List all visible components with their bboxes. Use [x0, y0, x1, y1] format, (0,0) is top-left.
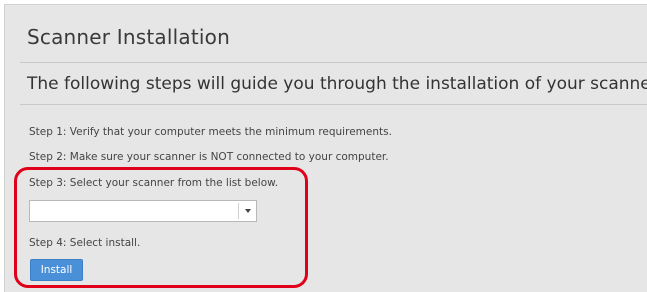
installation-panel: Scanner Installation The following steps…	[4, 4, 647, 292]
page-title: Scanner Installation	[27, 25, 230, 49]
subtitle-divider	[20, 104, 647, 105]
step-4-text: Step 4: Select install.	[29, 237, 141, 249]
step-1-text: Step 1: Verify that your computer meets …	[29, 126, 392, 138]
title-divider	[20, 62, 647, 63]
step-3-text: Step 3: Select your scanner from the lis…	[29, 177, 279, 189]
select-separator	[238, 203, 239, 219]
page-subtitle: The following steps will guide you throu…	[27, 74, 647, 94]
step-2-text: Step 2: Make sure your scanner is NOT co…	[29, 151, 389, 163]
chevron-down-icon[interactable]	[245, 209, 251, 213]
scanner-select[interactable]	[29, 200, 257, 222]
install-button[interactable]: Install	[30, 259, 83, 281]
